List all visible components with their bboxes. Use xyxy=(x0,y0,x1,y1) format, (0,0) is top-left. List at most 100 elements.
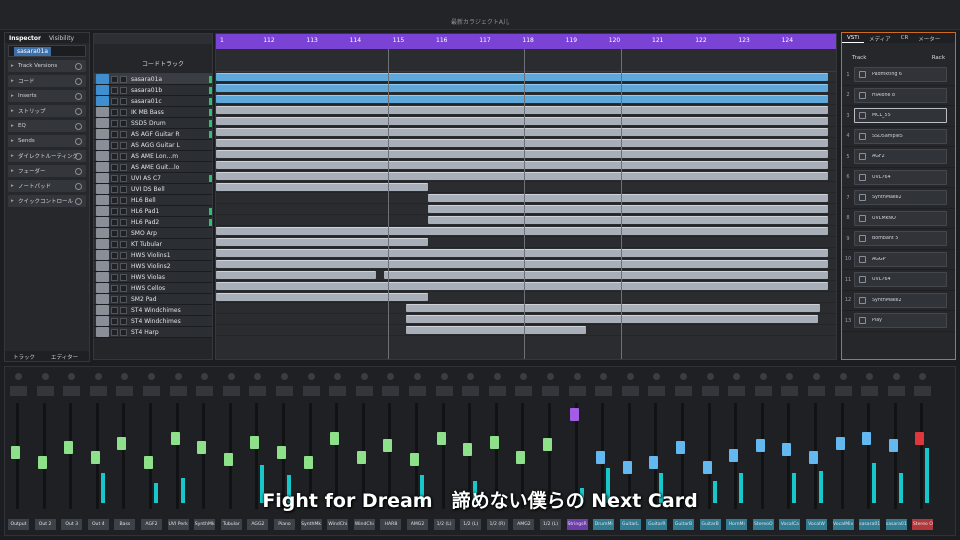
solo-button[interactable] xyxy=(120,185,127,193)
inspector-track-header[interactable]: sasara01a xyxy=(8,45,86,57)
channel-name[interactable]: AGF2 xyxy=(141,519,162,530)
mute-button[interactable] xyxy=(111,130,118,138)
event-part[interactable] xyxy=(216,293,428,301)
pan-knob[interactable] xyxy=(493,373,501,380)
instrument-slot-box[interactable]: MCL_55 xyxy=(854,108,947,124)
volume-fader[interactable] xyxy=(144,455,153,469)
instrument-slot[interactable]: 3 MCL_55 xyxy=(842,106,955,127)
channel-name[interactable]: HornMi xyxy=(726,519,748,530)
channel-buttons[interactable] xyxy=(409,386,426,396)
solo-button[interactable] xyxy=(120,97,127,105)
pan-knob[interactable] xyxy=(387,373,395,380)
channel-buttons[interactable] xyxy=(116,386,134,396)
pan-knob[interactable] xyxy=(254,373,262,380)
track-row[interactable]: AS AME Lon...m xyxy=(94,151,212,162)
volume-fader[interactable] xyxy=(649,455,659,469)
record-enable-indicator[interactable] xyxy=(209,86,212,94)
solo-button[interactable] xyxy=(120,273,127,281)
volume-fader[interactable] xyxy=(356,451,366,464)
instrument-slot-box[interactable]: Play xyxy=(854,313,947,329)
solo-button[interactable] xyxy=(120,119,127,127)
channel-name[interactable]: Out 3 xyxy=(61,519,83,530)
pan-knob[interactable] xyxy=(440,373,448,380)
track-lane[interactable] xyxy=(216,292,836,303)
event-part[interactable] xyxy=(216,260,828,268)
channel-buttons[interactable] xyxy=(329,386,347,396)
record-enable-indicator[interactable] xyxy=(209,174,212,182)
volume-fader[interactable] xyxy=(197,441,207,455)
track-row[interactable]: UVI DS Bell xyxy=(94,184,212,195)
track-row[interactable]: sasara01c xyxy=(94,96,212,107)
track-row[interactable]: HWS Violins2 xyxy=(94,261,212,272)
channel-name[interactable]: GuitarL xyxy=(619,519,641,530)
track-lane[interactable] xyxy=(216,215,836,226)
solo-button[interactable] xyxy=(120,218,127,226)
power-icon[interactable] xyxy=(859,235,866,243)
instrument-slot[interactable]: 1 Padmkting 6 xyxy=(842,65,955,86)
track-row[interactable]: AS AGF Guitar R xyxy=(94,129,212,140)
track-row[interactable]: SMO Arp xyxy=(94,228,212,239)
channel-name[interactable]: AMG2 xyxy=(513,519,535,530)
mute-button[interactable] xyxy=(111,86,118,94)
track-lane[interactable] xyxy=(216,314,836,325)
channel-buttons[interactable] xyxy=(754,386,772,396)
pan-knob[interactable] xyxy=(520,373,528,380)
instrument-slot-box[interactable]: Padmkting 6 xyxy=(854,67,947,83)
instrument-slot-box[interactable]: HiAlone 8 xyxy=(854,87,947,103)
channel-name[interactable]: SynthMk xyxy=(300,519,322,530)
event-part[interactable] xyxy=(384,271,828,279)
pan-knob[interactable] xyxy=(813,373,820,380)
channel-buttons[interactable] xyxy=(355,386,373,396)
track-lane[interactable] xyxy=(216,171,836,182)
power-icon[interactable] xyxy=(859,255,866,263)
channel-buttons[interactable] xyxy=(89,386,107,396)
track-row[interactable]: HL6 Pad1 xyxy=(94,206,212,217)
event-part[interactable] xyxy=(428,216,828,224)
pan-knob[interactable] xyxy=(733,373,741,380)
channel-name[interactable]: 1/2 (L) xyxy=(433,519,455,530)
record-enable-indicator[interactable] xyxy=(209,108,212,116)
track-row[interactable]: HWS Cellos xyxy=(94,283,212,294)
volume-fader[interactable] xyxy=(250,435,260,449)
instrument-slot[interactable]: 12 SynthMake2 xyxy=(842,291,955,311)
mute-button[interactable] xyxy=(111,306,118,314)
inspector-section[interactable]: EQ xyxy=(8,120,86,132)
track-lane[interactable] xyxy=(216,248,836,259)
event-part[interactable] xyxy=(216,161,828,169)
tab-meter[interactable]: メーター xyxy=(913,33,945,43)
instrument-slot-box[interactable]: Bombaht 5 xyxy=(854,231,947,247)
event-part[interactable] xyxy=(216,128,828,136)
channel-name[interactable]: HAR8 xyxy=(380,519,402,530)
track-row[interactable]: SSD5 Drum xyxy=(94,118,212,129)
track-row[interactable]: HWS Violins1 xyxy=(94,250,212,261)
volume-fader[interactable] xyxy=(702,460,712,474)
pan-knob[interactable] xyxy=(121,373,129,380)
volume-fader[interactable] xyxy=(569,407,579,421)
pan-knob[interactable] xyxy=(41,373,49,380)
section-status-icon[interactable] xyxy=(75,77,82,85)
event-part[interactable] xyxy=(428,194,828,202)
section-status-icon[interactable] xyxy=(75,197,82,205)
track-row[interactable]: UVI AS C7 xyxy=(94,173,212,184)
event-part[interactable] xyxy=(406,315,818,323)
event-part[interactable] xyxy=(406,326,586,334)
tab-vsti[interactable]: VSTi xyxy=(842,33,864,43)
pan-knob[interactable] xyxy=(281,373,288,380)
track-lane[interactable] xyxy=(216,193,836,204)
inspector-section[interactable]: フェーダー xyxy=(8,165,86,177)
instrument-slot-box[interactable]: SynthMake2 xyxy=(854,292,947,308)
channel-buttons[interactable] xyxy=(808,386,825,396)
track-row[interactable]: ST4 Windchimes xyxy=(94,305,212,316)
pan-knob[interactable] xyxy=(174,373,182,380)
solo-button[interactable] xyxy=(120,163,127,171)
channel-buttons[interactable] xyxy=(542,386,559,396)
pan-knob[interactable] xyxy=(94,373,102,380)
pan-knob[interactable] xyxy=(653,373,661,380)
inspector-section[interactable]: Sends xyxy=(8,135,86,147)
volume-fader[interactable] xyxy=(862,431,872,445)
volume-fader[interactable] xyxy=(622,460,632,474)
channel-name[interactable]: VocalW xyxy=(806,519,827,530)
track-lane[interactable] xyxy=(216,149,836,160)
solo-button[interactable] xyxy=(120,317,127,325)
channel-buttons[interactable] xyxy=(568,386,586,396)
